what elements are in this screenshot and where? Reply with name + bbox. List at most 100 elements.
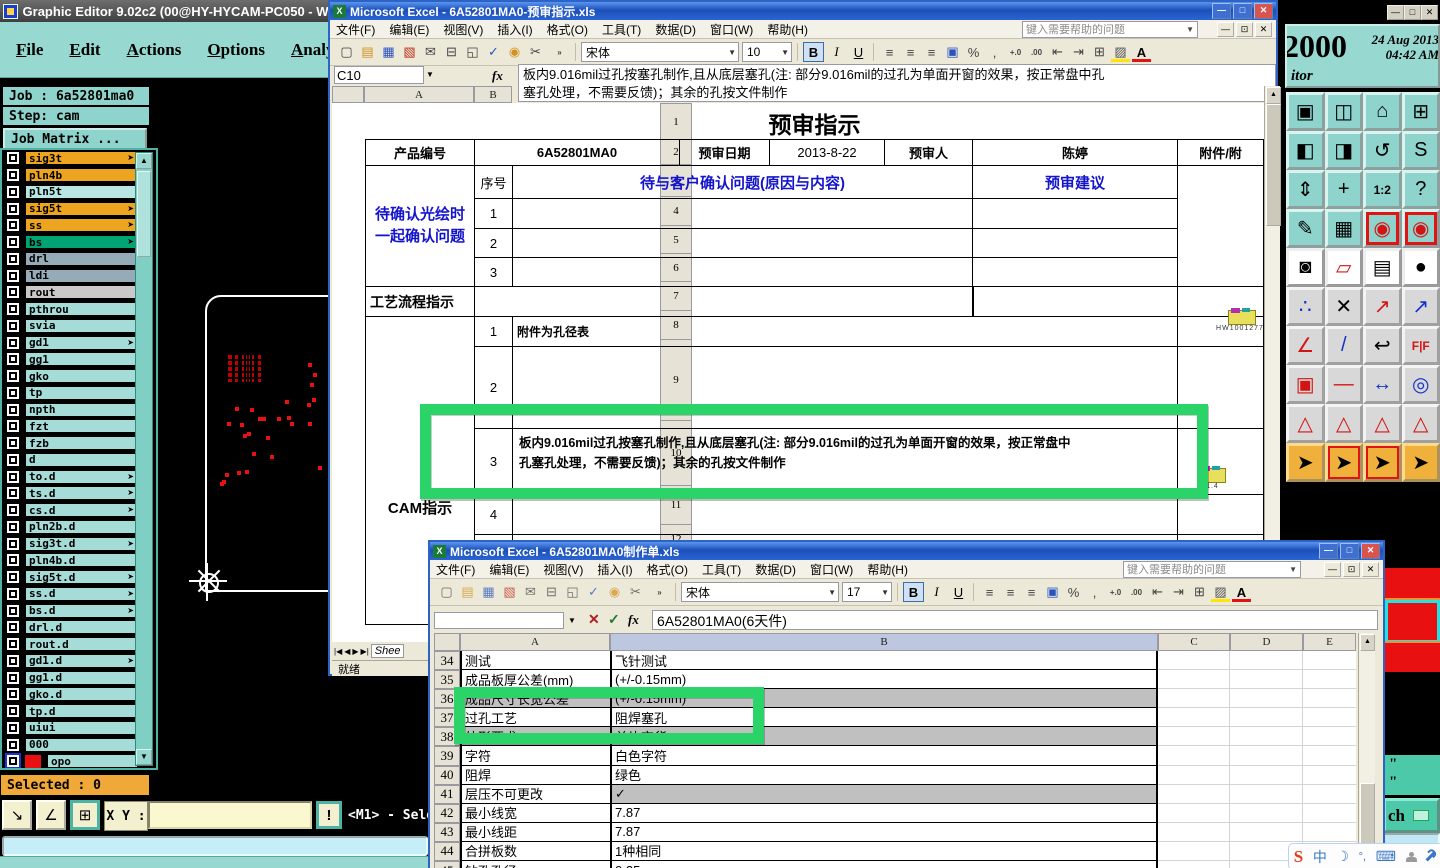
layer-row[interactable]: gg1 — [4, 351, 138, 368]
align-center-icon[interactable]: ≡ — [900, 42, 921, 63]
layer-label[interactable]: gd1 ➤ — [25, 336, 138, 350]
excel-menu-item[interactable]: 视图(V) — [543, 561, 583, 578]
tab-first-icon[interactable]: |◀ — [334, 647, 342, 656]
column-header-d[interactable]: D — [1230, 633, 1303, 651]
cell-d[interactable] — [1230, 670, 1303, 689]
pan-center-icon[interactable]: + — [1325, 170, 1364, 209]
chevron-down-icon[interactable]: ▼ — [881, 588, 889, 597]
cell-c[interactable] — [1158, 727, 1230, 746]
layer-checkbox[interactable] — [7, 353, 19, 365]
scroll-up-icon[interactable]: ▲ — [136, 153, 152, 169]
italic-button[interactable]: I — [927, 583, 946, 601]
layer-label[interactable]: gko — [25, 369, 138, 383]
row-header[interactable]: 40 — [434, 766, 460, 785]
pan-left-icon[interactable]: ◧ — [1286, 131, 1325, 170]
attach-label-cell[interactable]: 附件/附 — [1177, 139, 1264, 166]
cell-e[interactable] — [1303, 785, 1356, 804]
layer-row[interactable]: to.d ➤ — [4, 468, 138, 485]
cell-b[interactable]: 白色字符 — [610, 746, 1158, 765]
row-header[interactable]: 44 — [434, 842, 460, 861]
cell-b[interactable]: 7.87 — [610, 804, 1158, 823]
decrease-decimal-icon[interactable]: .00 — [1126, 582, 1147, 603]
ge-menu-item[interactable]: File — [16, 40, 43, 60]
move-node-icon[interactable]: ↗ — [1363, 287, 1402, 326]
review-date-label-cell[interactable]: 预审日期 — [679, 139, 770, 166]
cell-c[interactable] — [1158, 651, 1230, 670]
layer-row[interactable]: bs ➤ — [4, 234, 138, 251]
layer-checkbox[interactable] — [7, 454, 19, 466]
maximize-icon[interactable]: □ — [1233, 3, 1252, 19]
layer-checkbox[interactable] — [7, 270, 19, 282]
layer-row[interactable]: fzb — [4, 435, 138, 452]
layer-label[interactable]: gko.d — [25, 687, 138, 701]
name-box[interactable] — [434, 612, 564, 629]
excel-menu-item[interactable]: 视图(V) — [443, 21, 483, 38]
sheet-title[interactable]: 预审指示 — [365, 106, 1264, 138]
cell-c[interactable] — [1158, 708, 1230, 727]
undo-icon[interactable]: ↩ — [1363, 326, 1402, 365]
excel-menu-item[interactable]: 插入(I) — [497, 21, 532, 38]
layer-checkbox[interactable] — [7, 203, 19, 215]
layer-label[interactable]: gd1.d ➤ — [25, 654, 138, 668]
doc-minimize-icon[interactable]: — — [1217, 22, 1234, 37]
cell-c[interactable] — [1158, 670, 1230, 689]
excel-menu-item[interactable]: 格式(O) — [547, 21, 588, 38]
advice-cell[interactable] — [972, 228, 1178, 258]
cell-d[interactable] — [1230, 766, 1303, 785]
layer-label[interactable]: uiui — [25, 721, 138, 735]
close-icon[interactable]: ✕ — [1421, 5, 1438, 20]
sheet-tab[interactable]: Shee — [371, 644, 405, 658]
cell-c[interactable] — [1158, 823, 1230, 842]
layer-label[interactable]: to.d ➤ — [25, 470, 138, 484]
layer-checkbox[interactable] — [7, 554, 19, 566]
font-color-icon[interactable]: A — [1231, 582, 1252, 603]
percent-style-icon[interactable]: % — [963, 42, 984, 63]
cell-d[interactable] — [1230, 651, 1303, 670]
layer-label[interactable]: pthrou — [25, 302, 138, 316]
cell-c[interactable] — [1158, 842, 1230, 861]
excel-menu-item[interactable]: 帮助(H) — [767, 21, 808, 38]
layer-checkbox[interactable] — [7, 186, 19, 198]
peak-marker-icon[interactable]: △ — [1325, 404, 1364, 443]
excel-menu-item[interactable]: 文件(F) — [436, 561, 475, 578]
layer-checkbox[interactable] — [7, 420, 19, 432]
highlight-net-icon[interactable]: ◉ — [1363, 209, 1402, 248]
cell-e[interactable] — [1303, 727, 1356, 746]
cell-d[interactable] — [1230, 689, 1303, 708]
print-preview-icon[interactable]: ◱ — [462, 42, 483, 63]
excel2-titlebar[interactable]: X Microsoft Excel - 6A52801MA0制作单.xls — … — [430, 542, 1383, 560]
measure-width-icon[interactable]: ↔ — [1363, 365, 1402, 404]
cell-a[interactable]: 层压不可更改 — [460, 785, 610, 804]
layer-row[interactable]: sig5t ➤ — [4, 200, 138, 217]
seq-cell[interactable]: 2 — [474, 228, 513, 258]
select-all-corner[interactable] — [332, 86, 364, 103]
layer-row[interactable]: opo — [4, 753, 138, 770]
step-repeat-icon[interactable]: ▣ — [1286, 365, 1325, 404]
split-window-xy-icon[interactable]: ⊞ — [1402, 92, 1440, 131]
layer-row[interactable]: drl — [4, 251, 138, 268]
scroll-down-icon[interactable]: ▼ — [136, 749, 152, 765]
chevron-down-icon[interactable]: ▼ — [1289, 565, 1297, 574]
confirm-cell[interactable] — [512, 257, 973, 287]
excel-menu-item[interactable]: 数据(D) — [755, 561, 796, 578]
ge-menu-item[interactable]: Actions — [127, 40, 182, 60]
layer-row[interactable]: uiui — [4, 720, 138, 737]
cell-a[interactable]: 钻孔孔径 — [460, 861, 610, 868]
italic-button[interactable]: I — [827, 43, 846, 61]
cell-c[interactable] — [1158, 746, 1230, 765]
row-header[interactable]: 39 — [434, 746, 460, 765]
layer-checkbox[interactable] — [7, 471, 19, 483]
process-row-cell[interactable] — [474, 286, 974, 317]
layer-row[interactable]: tp.d — [4, 703, 138, 720]
layer-row[interactable]: gg1.d — [4, 669, 138, 686]
layer-checkbox[interactable] — [7, 219, 19, 231]
edit-tools-icon[interactable]: ✎ — [1286, 209, 1325, 248]
increase-indent-icon[interactable]: ⇥ — [1068, 42, 1089, 63]
align-left-icon[interactable]: ≡ — [979, 582, 1000, 603]
formula-bar[interactable]: 6A52801MA0(6天件) — [652, 610, 1378, 630]
close-icon[interactable]: ✕ — [1361, 543, 1380, 559]
print-preview-icon[interactable]: ◱ — [562, 582, 583, 603]
layer-label[interactable]: svia — [25, 319, 138, 333]
layer-row[interactable]: gko — [4, 368, 138, 385]
triangle-marker-icon[interactable]: △ — [1286, 404, 1325, 443]
